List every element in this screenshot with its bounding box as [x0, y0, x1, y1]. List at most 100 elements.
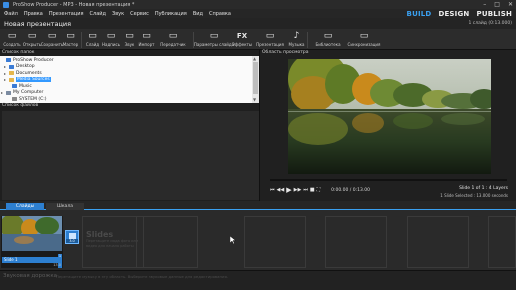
- tab-timeline[interactable]: Шкала: [46, 203, 84, 210]
- slide-list: 1 Slide 1 13.0 3.0 Slides Перетащите сюд…: [0, 210, 516, 270]
- folder-tree-item[interactable]: ▸ Desktop: [4, 64, 35, 70]
- close-button[interactable]: ✕: [508, 1, 513, 8]
- menu-view[interactable]: Вид: [193, 11, 203, 17]
- slide-info: Slide 1 of 1 : 4 Layers: [459, 186, 508, 191]
- toolbar-button-sync[interactable]: ▭ Синхронизация: [346, 29, 382, 50]
- slide-duration[interactable]: 13.0: [53, 263, 61, 267]
- toolbar-label: Надпись: [102, 42, 120, 47]
- tab-slides[interactable]: Слайды: [6, 203, 44, 210]
- scroll-up-icon[interactable]: ▲: [253, 56, 256, 61]
- toolbar-label: Параметры слайда: [193, 42, 235, 47]
- empty-slide-slot[interactable]: [82, 216, 144, 268]
- menu-edit[interactable]: Правка: [24, 11, 43, 17]
- menu-tools[interactable]: Сервис: [130, 11, 149, 17]
- toolbar-label: Библиотека: [315, 42, 341, 47]
- sync-icon: ▭: [359, 31, 369, 41]
- folder-label: My Computer: [13, 90, 44, 95]
- menu-slide[interactable]: Слайд: [90, 11, 106, 17]
- folder-icon: [6, 58, 11, 62]
- mode-design[interactable]: DESIGN: [438, 10, 469, 18]
- toolbar: ▭ Создать ▭ Открыть ▭ Сохранить ▭ Мастер ▭ Слайд ▭…: [0, 29, 516, 50]
- library-icon: ▭: [323, 31, 333, 41]
- slide-tabs: Слайды Шкала: [0, 201, 516, 210]
- folder-icon: [12, 97, 17, 101]
- toolbar-label: Музыка: [288, 42, 305, 47]
- slide-icon: ▭: [88, 31, 97, 41]
- menu-audio[interactable]: Звук: [112, 11, 124, 17]
- toolbar-label: Слайд: [85, 42, 100, 47]
- toolbar-button-save[interactable]: ▭ Сохранить: [41, 29, 64, 50]
- cursor-icon: [229, 235, 237, 245]
- minimize-button[interactable]: –: [483, 1, 486, 8]
- folder-label: Desktop: [16, 64, 35, 69]
- wizard-icon: ▭: [66, 31, 75, 41]
- project-name: Новая презентация: [4, 19, 72, 28]
- mode-build[interactable]: BUILD: [407, 10, 432, 18]
- mode-publish[interactable]: PUBLISH: [476, 10, 512, 18]
- toolbar-button-fx[interactable]: FX Эффекты: [232, 29, 252, 50]
- project-header: Новая презентация 1 слайд (0:13.000): [0, 18, 516, 29]
- window-title: ProShow Producer - MP3 - Новая презентац…: [13, 1, 135, 8]
- toolbar-button-music[interactable]: ♪ Музыка: [288, 29, 305, 50]
- menu-bar: Файл Правка Презентация Слайд Звук Серви…: [0, 9, 516, 18]
- transition-button[interactable]: 3.0: [65, 230, 79, 244]
- scroll-down-icon[interactable]: ▼: [253, 97, 256, 102]
- import-icon: ▭: [142, 31, 151, 41]
- lake-scene-image: [288, 59, 491, 174]
- file-list[interactable]: [2, 111, 259, 200]
- soundtrack-area[interactable]: Звуковая дорожка Перетащите музыку в эту…: [0, 270, 516, 290]
- caption-icon: ▭: [106, 31, 116, 41]
- menu-file[interactable]: Файл: [4, 11, 18, 17]
- folder-tree-item[interactable]: SYSTEM (C:): [7, 96, 47, 102]
- toolbar-button-import[interactable]: ▭ Импорт: [138, 29, 155, 50]
- toolbar-button-wizard[interactable]: ▭ Мастер: [62, 29, 79, 50]
- stop-icon[interactable]: ■: [310, 187, 315, 193]
- folder-tree-item[interactable]: ▸ My Computer: [1, 90, 43, 96]
- folder-tree-item[interactable]: Music: [7, 83, 32, 89]
- empty-slide-slot[interactable]: [325, 216, 387, 268]
- folder-tree-item[interactable]: ▸ Media Sources: [4, 77, 51, 83]
- menu-help[interactable]: Справка: [209, 11, 231, 17]
- next-slide-icon[interactable]: ▶▶: [294, 187, 302, 193]
- transition-duration[interactable]: 3.0: [66, 239, 78, 243]
- folder-label: ProShow Producer: [13, 57, 54, 63]
- toolbar-button-slide[interactable]: ▭ Слайд: [84, 29, 101, 50]
- menu-show[interactable]: Презентация: [49, 11, 84, 17]
- sound-icon: ▭: [125, 31, 134, 41]
- toolbar-button-slide-options[interactable]: ▭ Параметры слайда: [193, 29, 235, 50]
- slide-item[interactable]: 1 Slide 1 13.0: [1, 216, 63, 268]
- folder-scrollbar[interactable]: ▲ ▼: [252, 56, 259, 103]
- empty-slide-slot[interactable]: [136, 216, 198, 268]
- toolbar-button-sound[interactable]: ▭ Звук: [121, 29, 138, 50]
- preview-progress[interactable]: [270, 179, 507, 181]
- show-icon: ▭: [265, 31, 275, 41]
- window-controls: – □ ✕: [483, 1, 513, 8]
- toolbar-label: Синхронизация: [347, 42, 381, 47]
- folder-icon: [9, 64, 14, 69]
- toolbar-button-new[interactable]: ▭ Создать: [2, 29, 22, 50]
- toolbar-button-transmitter[interactable]: ▭ Передатчик: [155, 29, 191, 50]
- folder-tree-item[interactable]: ▸ Documents: [4, 70, 42, 76]
- folder-tree: ProShow Producer ▸ Desktop ▸ Documents ▸ Media…: [0, 56, 252, 103]
- go-start-icon[interactable]: ⏮: [270, 187, 275, 193]
- fullscreen-icon[interactable]: ⛶: [317, 187, 321, 193]
- transmitter-icon: ▭: [168, 31, 178, 41]
- toolbar-label: Мастер: [62, 42, 79, 47]
- empty-slide-slot[interactable]: [244, 216, 306, 268]
- workspace-modes: BUILD DESIGN PUBLISH: [407, 9, 512, 18]
- folder-tree-item[interactable]: ProShow Producer: [1, 57, 54, 63]
- toolbar-separator: [81, 32, 82, 48]
- empty-slide-slot[interactable]: [488, 216, 516, 268]
- go-end-icon[interactable]: ⏭: [303, 187, 308, 193]
- prev-slide-icon[interactable]: ◀◀: [277, 187, 285, 193]
- toolbar-button-open[interactable]: ▭ Открыть: [22, 29, 42, 50]
- toolbar-button-library[interactable]: ▭ Библиотека: [310, 29, 346, 50]
- play-icon[interactable]: ▶: [286, 187, 291, 194]
- scroll-thumb[interactable]: [253, 62, 258, 94]
- toolbar-button-caption[interactable]: ▭ Надпись: [101, 29, 121, 50]
- menu-publish[interactable]: Публикация: [155, 11, 187, 17]
- open-icon: ▭: [27, 31, 37, 41]
- empty-slide-slot[interactable]: [407, 216, 469, 268]
- maximize-button[interactable]: □: [494, 1, 500, 8]
- toolbar-button-show[interactable]: ▭ Презентация: [252, 29, 288, 50]
